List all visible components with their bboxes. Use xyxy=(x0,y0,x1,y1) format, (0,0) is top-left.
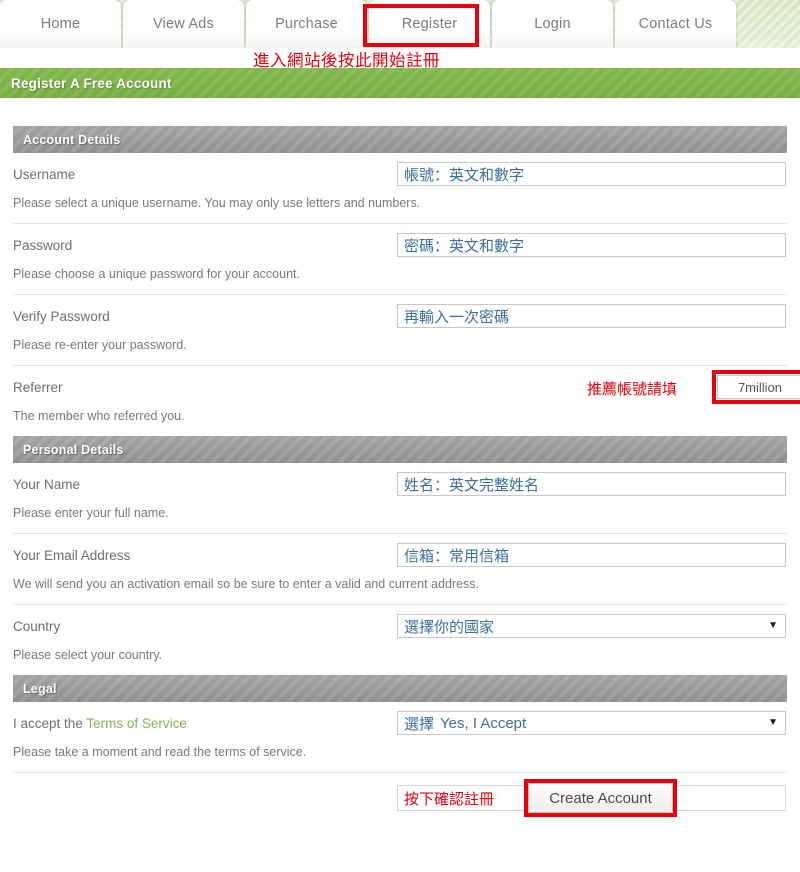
submit-row: 按下確認註冊 Create Account xyxy=(13,773,787,829)
hint-country: Please select your country. xyxy=(13,648,163,662)
select-country-value: 選擇你的國家 xyxy=(404,618,495,636)
input-email-value: 信箱：常用信箱 xyxy=(404,547,510,565)
hint-username: Please select a unique username. You may… xyxy=(13,196,421,210)
field-row-username: Username Please select a unique username… xyxy=(13,153,787,224)
tab-home-label: Home xyxy=(40,16,81,32)
input-password[interactable]: 密碼：英文和數字 xyxy=(397,233,786,257)
form-top-spacer xyxy=(13,98,787,126)
section-header-legal-label: Legal xyxy=(23,681,57,696)
page-title: Register A Free Account xyxy=(11,75,172,91)
field-row-email: Your Email Address We will send you an a… xyxy=(13,534,787,605)
create-account-button[interactable]: Create Account xyxy=(528,783,673,813)
annotation-submit: 按下確認註冊 xyxy=(404,791,495,808)
select-terms-accept[interactable]: 選擇 Yes, I Accept ▼ xyxy=(397,711,786,735)
nav-tab-list: Home View Ads Purchase Register Login Co… xyxy=(0,0,738,48)
tab-purchase-label: Purchase xyxy=(275,16,338,32)
field-row-referrer: Referrer The member who referred you. 推薦… xyxy=(13,366,800,436)
tab-contact-us[interactable]: Contact Us xyxy=(615,0,736,48)
page-title-bar: Register A Free Account xyxy=(0,68,800,98)
annotation-top: 進入網站後按此開始註冊 xyxy=(253,52,440,70)
tab-register-label: Register xyxy=(401,16,458,32)
tab-login-label: Login xyxy=(534,16,571,32)
field-row-terms: I accept the Terms of Service Please tak… xyxy=(13,702,787,773)
section-header-account-details: Account Details xyxy=(13,126,787,153)
input-verify-password-value: 再輸入一次密碼 xyxy=(404,308,510,326)
top-navigation: Home View Ads Purchase Register Login Co… xyxy=(0,0,800,70)
tab-home[interactable]: Home xyxy=(0,0,121,48)
section-header-personal-details-label: Personal Details xyxy=(23,442,124,457)
input-referrer-value: 7million xyxy=(737,379,783,395)
field-row-password: Password Please choose a unique password… xyxy=(13,224,787,295)
tab-register[interactable]: Register xyxy=(369,0,490,48)
select-country[interactable]: 選擇你的國家 ▼ xyxy=(397,614,786,638)
create-account-button-label: Create Account xyxy=(549,789,652,807)
section-header-account-details-label: Account Details xyxy=(23,132,121,147)
registration-form: Account Details Username Please select a… xyxy=(0,98,800,829)
annotation-referrer: 推薦帳號請填 xyxy=(587,381,678,398)
input-password-value: 密碼：英文和數字 xyxy=(404,237,525,255)
hint-terms: Please take a moment and read the terms … xyxy=(13,745,307,759)
label-terms-prefix: I accept the xyxy=(13,716,87,731)
input-verify-password[interactable]: 再輸入一次密碼 xyxy=(397,304,786,328)
input-your-name[interactable]: 姓名：英文完整姓名 xyxy=(397,472,786,496)
section-header-personal-details: Personal Details xyxy=(13,436,787,463)
hint-verify-password: Please re-enter your password. xyxy=(13,338,187,352)
input-your-name-value: 姓名：英文完整姓名 xyxy=(404,476,540,494)
input-username[interactable]: 帳號：英文和數字 xyxy=(397,162,786,186)
tab-contact-us-label: Contact Us xyxy=(638,16,713,32)
section-header-legal: Legal xyxy=(13,675,787,702)
input-email[interactable]: 信箱：常用信箱 xyxy=(397,543,786,567)
field-row-country: Country Please select your country. 選擇你的… xyxy=(13,605,787,675)
hint-email: We will send you an activation email so … xyxy=(13,577,479,591)
select-terms-value: Yes, I Accept xyxy=(440,714,527,732)
terms-of-service-link[interactable]: Terms of Service xyxy=(86,716,187,731)
chevron-down-icon: ▼ xyxy=(768,620,778,631)
field-row-your-name: Your Name Please enter your full name. 姓… xyxy=(13,463,787,534)
tab-view-ads-label: View Ads xyxy=(153,16,214,32)
tab-purchase[interactable]: Purchase xyxy=(246,0,367,48)
hint-password: Please choose a unique password for your… xyxy=(13,267,300,281)
page-root: Home View Ads Purchase Register Login Co… xyxy=(0,0,800,872)
input-referrer[interactable]: 7million xyxy=(717,375,800,399)
input-username-value: 帳號：英文和數字 xyxy=(404,166,525,184)
hint-referrer: The member who referred you. xyxy=(13,409,185,423)
tab-view-ads[interactable]: View Ads xyxy=(123,0,244,48)
hint-your-name: Please enter your full name. xyxy=(13,506,169,520)
chevron-down-icon: ▼ xyxy=(768,717,778,728)
field-row-verify-password: Verify Password Please re-enter your pas… xyxy=(13,295,787,366)
tab-login[interactable]: Login xyxy=(492,0,613,48)
select-terms-prefix: 選擇 xyxy=(404,715,435,733)
